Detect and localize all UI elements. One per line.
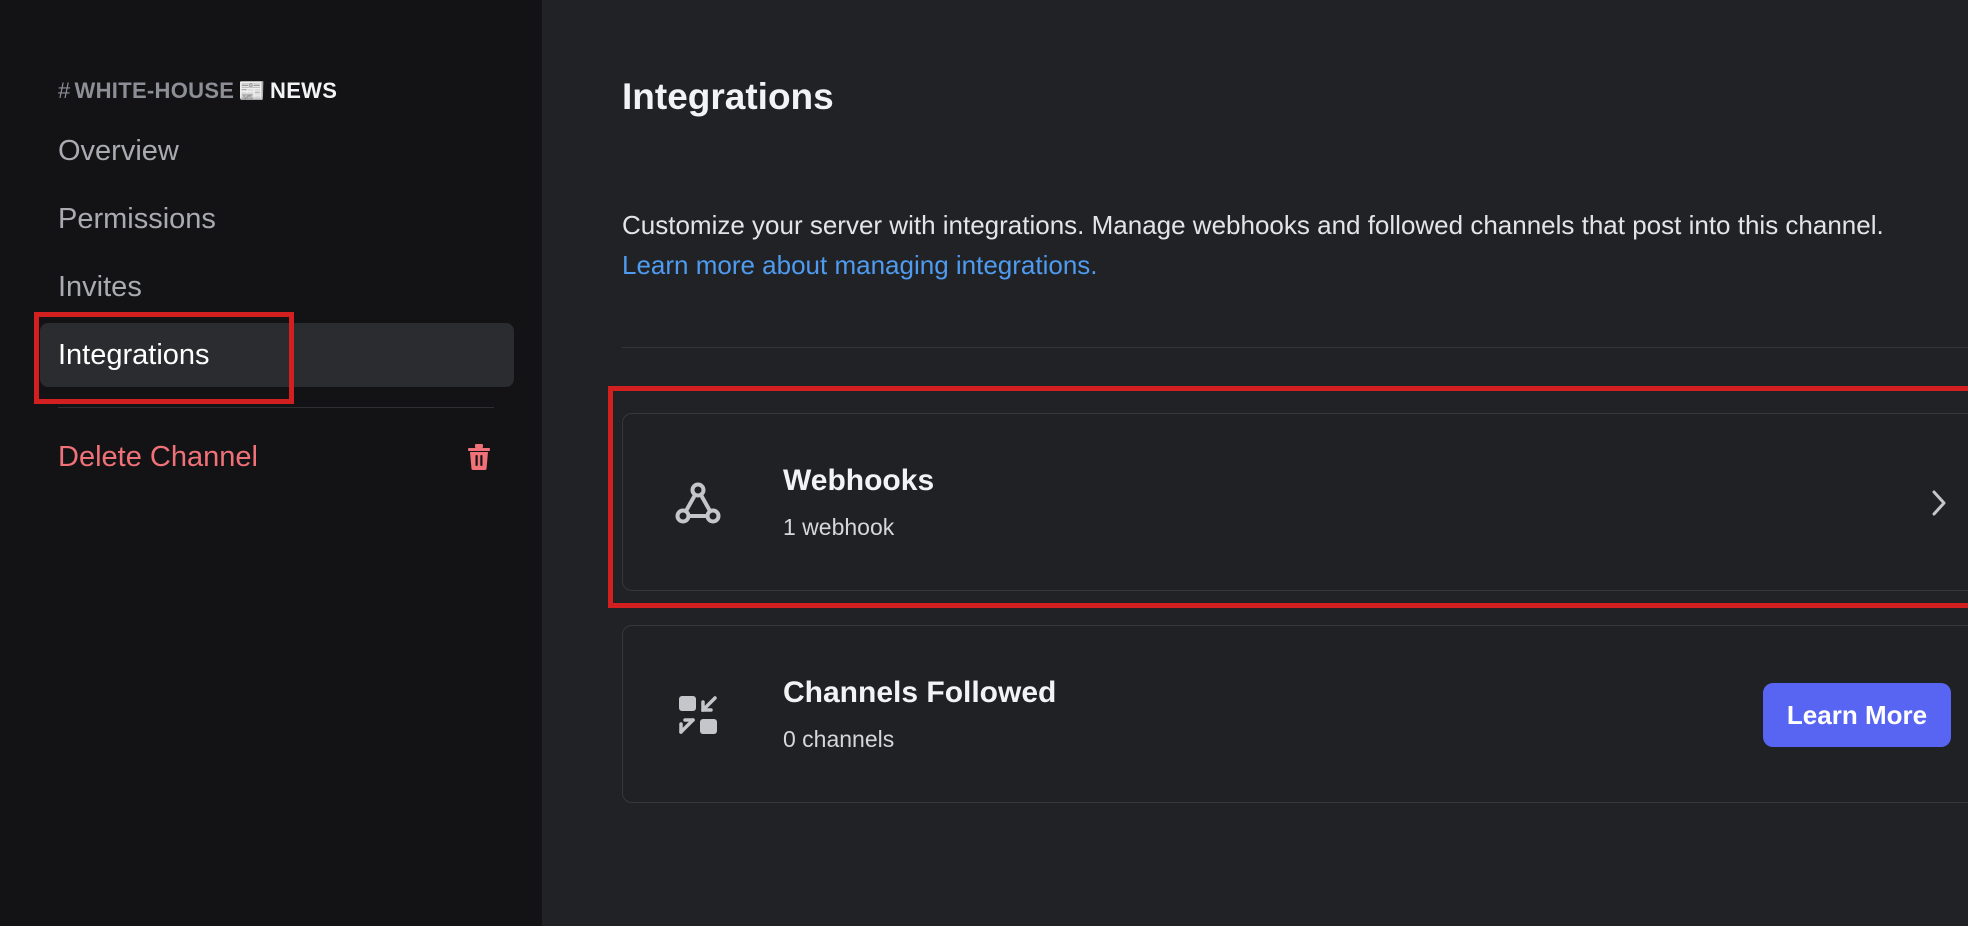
sidebar-item-label: Overview: [58, 134, 179, 167]
sidebar-item-integrations[interactable]: Integrations: [40, 323, 514, 387]
sidebar-item-invites[interactable]: Invites: [40, 255, 514, 319]
settings-sidebar: # WHITE-HOUSE 📰 NEWS Overview Permissions I…: [0, 0, 542, 926]
delete-channel-label: Delete Channel: [58, 440, 258, 473]
sidebar-divider: [58, 407, 494, 408]
chevron-right-icon: [1927, 486, 1951, 520]
learn-more-button[interactable]: Learn More: [1763, 683, 1951, 747]
channel-suffix: NEWS: [270, 78, 338, 103]
webhooks-title: Webhooks: [783, 464, 935, 497]
app-window: # WHITE-HOUSE 📰 NEWS Overview Permissions I…: [0, 0, 1968, 926]
main-content: Integrations Customize your server with …: [542, 0, 1968, 926]
learn-more-integrations-link[interactable]: Learn more about managing integrations.: [622, 245, 1968, 285]
channel-follow-icon: [673, 690, 723, 740]
channel-name: WHITE-HOUSE: [74, 78, 235, 103]
sidebar-item-overview[interactable]: Overview: [40, 119, 514, 183]
sidebar-item-label: Integrations: [58, 338, 210, 371]
channel-heading: # WHITE-HOUSE 📰 NEWS: [58, 78, 337, 104]
delete-channel-button[interactable]: Delete Channel: [40, 425, 514, 489]
channels-followed-count: 0 channels: [783, 726, 895, 752]
sidebar-item-label: Invites: [58, 270, 142, 303]
integrations-description: Customize your server with integrations.…: [622, 205, 1968, 285]
channels-followed-card: Channels Followed 0 channels Learn More: [622, 625, 1968, 803]
webhooks-card[interactable]: Webhooks 1 webhook: [622, 413, 1968, 591]
newspaper-emoji: 📰: [238, 78, 266, 103]
channel-hash: #: [58, 78, 71, 103]
webhooks-count: 1 webhook: [783, 514, 895, 540]
trash-icon: [466, 443, 492, 471]
sidebar-item-label: Permissions: [58, 202, 216, 235]
sidebar-item-permissions[interactable]: Permissions: [40, 187, 514, 251]
channels-followed-title: Channels Followed: [783, 676, 1057, 709]
description-text: Customize your server with integrations.…: [622, 210, 1884, 240]
webhook-icon: [673, 478, 723, 528]
section-divider: [622, 347, 1968, 348]
page-title: Integrations: [622, 76, 834, 117]
